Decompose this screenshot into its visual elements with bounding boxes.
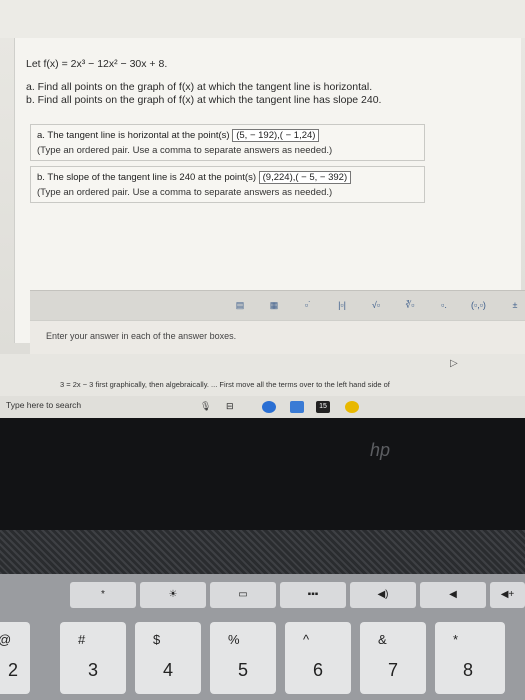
- f7-key[interactable]: ◀: [420, 582, 486, 608]
- answer-a-hint: (Type an ordered pair. Use a comma to se…: [37, 145, 333, 156]
- answer-a-prefix: a. The tangent line is horizontal at the…: [37, 130, 230, 141]
- f4-key[interactable]: ▭: [210, 582, 276, 608]
- f6-key[interactable]: ◀): [350, 582, 416, 608]
- exponent-tool-icon[interactable]: ▫˙: [301, 299, 315, 311]
- f8-key[interactable]: ◀+: [490, 582, 525, 608]
- taskbar-search[interactable]: Type here to search: [6, 400, 81, 410]
- answer-a-input[interactable]: (5, − 192),( − 1,24): [232, 129, 320, 142]
- file-explorer-icon[interactable]: [290, 401, 304, 413]
- edge-browser-icon[interactable]: [262, 401, 276, 413]
- browser-top: [0, 0, 525, 38]
- cursor-icon: ▷: [450, 358, 458, 369]
- background-webpage: 3 = 2x − 3 first graphically, then algeb…: [0, 354, 525, 396]
- f3-key[interactable]: ☀: [140, 582, 206, 608]
- more-tools-icon[interactable]: ±: [508, 299, 522, 311]
- absolute-value-tool-icon[interactable]: |▫|: [335, 299, 349, 311]
- subscript-tool-icon[interactable]: ▫.: [437, 299, 451, 311]
- answer-box-a: a. The tangent line is horizontal at the…: [30, 124, 425, 161]
- speaker-grille: [0, 530, 525, 574]
- key-2[interactable]: @ 2: [0, 622, 30, 694]
- answer-b-prefix: b. The slope of the tangent line is 240 …: [37, 172, 256, 183]
- question-text: Let f(x) = 2x³ − 12x² − 30x + 8. a. Find…: [26, 58, 381, 107]
- key-5[interactable]: % 5: [210, 622, 276, 694]
- screen: Let f(x) = 2x³ − 12x² − 30x + 8. a. Find…: [0, 0, 525, 418]
- key-3[interactable]: # 3: [60, 622, 126, 694]
- answer-b-input[interactable]: (9,224),( − 5, − 392): [258, 171, 352, 184]
- task-view-icon[interactable]: ⊟: [226, 401, 240, 413]
- fraction-tool-icon[interactable]: ▤: [233, 299, 247, 311]
- windows-taskbar: Type here to search 🎙 ⊟ 15: [0, 396, 525, 418]
- badge-icon[interactable]: 15: [316, 401, 330, 413]
- function-definition: Let f(x) = 2x³ − 12x² − 30x + 8.: [26, 58, 168, 70]
- hp-logo: hp: [370, 440, 391, 460]
- nth-root-tool-icon[interactable]: ∛▫: [403, 299, 417, 311]
- mixed-number-tool-icon[interactable]: ▦: [267, 299, 281, 311]
- chrome-icon[interactable]: [345, 401, 359, 413]
- f5-key[interactable]: ▪▪▪: [280, 582, 346, 608]
- microphone-icon[interactable]: 🎙: [200, 401, 214, 413]
- keyboard: * ☀ ▭ ▪▪▪ ◀) ◀ ◀+ @ 2 # 3 $ 4 % 5 ^ 6 & …: [0, 574, 525, 700]
- status-bar: Enter your answer in each of the answer …: [30, 320, 525, 355]
- key-4[interactable]: $ 4: [135, 622, 201, 694]
- webpage-text: 3 = 2x − 3 first graphically, then algeb…: [60, 380, 390, 389]
- key-7[interactable]: & 7: [360, 622, 426, 694]
- laptop-bezel: [0, 418, 525, 538]
- key-8[interactable]: * 8: [435, 622, 505, 694]
- ordered-pair-tool-icon[interactable]: (▫,▫): [471, 299, 486, 311]
- answer-box-b: b. The slope of the tangent line is 240 …: [30, 166, 425, 203]
- part-b-prompt: b. Find all points on the graph of f(x) …: [26, 94, 382, 106]
- key-6[interactable]: ^ 6: [285, 622, 351, 694]
- status-text: Enter your answer in each of the answer …: [46, 331, 237, 341]
- part-a-prompt: a. Find all points on the graph of f(x) …: [26, 81, 373, 93]
- answer-b-hint: (Type an ordered pair. Use a comma to se…: [37, 187, 333, 198]
- math-toolbar: ▤ ▦ ▫˙ |▫| √▫ ∛▫ ▫. (▫,▫) ±: [30, 290, 525, 321]
- sqrt-tool-icon[interactable]: √▫: [369, 299, 383, 311]
